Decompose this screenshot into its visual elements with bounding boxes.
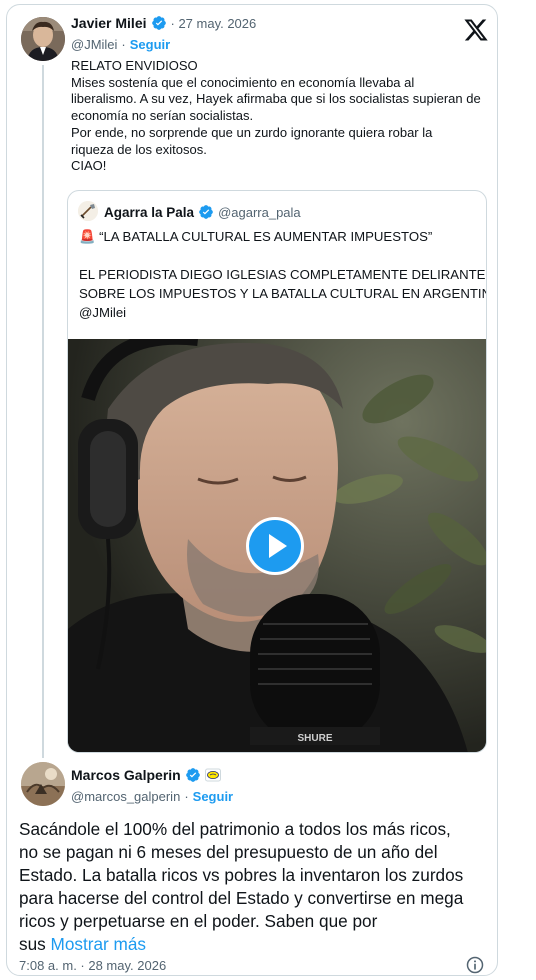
tweet-text-line: riqueza de los exitosos.: [71, 141, 207, 157]
main-tweet-subheader: @JMilei · Seguir: [71, 37, 170, 52]
quoted-author-name[interactable]: Agarra la Pala: [104, 205, 194, 220]
tweet-text-line: liberalismo. A su vez, Hayek afirmaba qu…: [71, 91, 481, 107]
quoted-text-line: SOBRE LOS IMPUESTOS Y LA BATALLA CULTURA…: [79, 286, 487, 301]
follow-button[interactable]: Seguir: [130, 37, 170, 52]
tweet-text-line: Por ende, no sorprende que un zurdo igno…: [71, 124, 433, 140]
reply-author-name[interactable]: Marcos Galperin: [71, 767, 181, 783]
quoted-tweet-header: Agarra la Pala @agarra_pala: [104, 204, 301, 220]
verified-badge-icon: [185, 768, 200, 782]
reply-text-line-last: sus Mostrar más: [19, 933, 497, 956]
reply-text-line: Sacándole el 100% del patrimonio a todos…: [19, 819, 451, 839]
author-handle[interactable]: @JMilei: [71, 37, 117, 52]
reply-tweet-header: Marcos Galperin: [71, 767, 221, 783]
company-badge-icon[interactable]: [204, 767, 221, 783]
play-icon: [269, 534, 287, 558]
quoted-author-handle[interactable]: @agarra_pala: [218, 205, 301, 220]
quoted-headline: 🚨 “LA BATALLA CULTURAL ES AUMENTAR IMPUE…: [79, 229, 433, 244]
reply-timestamp[interactable]: 7:08 a. m. · 28 may. 2026: [19, 958, 166, 973]
follow-button[interactable]: Seguir: [193, 789, 233, 804]
reply-text-line: para hacerse del control del Estado y co…: [19, 888, 464, 908]
reply-text-line: ricos y perpetuarse en el poder. Saben q…: [19, 911, 378, 931]
tweet-text-line: RELATO ENVIDIOSO: [71, 58, 198, 73]
tweet-text-line: economía no serían socialistas.: [71, 108, 254, 124]
avatar-agarra-la-pala[interactable]: [78, 201, 98, 221]
reply-tweet-subheader: @marcos_galperin · Seguir: [71, 789, 233, 804]
reply-tweet-text: Sacándole el 100% del patrimonio a todos…: [19, 818, 497, 956]
avatar-marcos-galperin[interactable]: [21, 762, 65, 806]
reply-text-fragment: sus: [19, 934, 51, 954]
quoted-tweet-text: 🚨 “LA BATALLA CULTURAL ES AUMENTAR IMPUE…: [79, 227, 487, 322]
page-margin: [524, 0, 536, 980]
info-icon[interactable]: [465, 955, 485, 975]
separator-dot: ·: [121, 37, 126, 52]
main-tweet-text: RELATO ENVIDIOSO Mises sostenía que el c…: [71, 58, 496, 175]
verified-badge-icon: [151, 16, 166, 30]
reply-author-handle[interactable]: @marcos_galperin: [71, 789, 180, 804]
tweet-text-line: CIAO!: [71, 158, 107, 174]
quoted-mention[interactable]: @JMilei: [79, 303, 479, 322]
thread-connector-line: [42, 65, 44, 758]
verified-badge-icon: [199, 205, 213, 219]
quoted-tweet[interactable]: Agarra la Pala @agarra_pala 🚨 “LA BATALL…: [67, 190, 487, 753]
reply-text-line: no se pagan ni 6 meses del presupuesto d…: [19, 842, 438, 862]
play-button[interactable]: [246, 517, 304, 575]
tweet-date[interactable]: · 27 may. 2026: [171, 16, 257, 31]
show-more-link[interactable]: Mostrar más: [51, 934, 147, 954]
video-thumbnail[interactable]: SHURE: [68, 339, 486, 752]
tweet-card: Javier Milei · 27 may. 2026 @JMilei · Se…: [6, 4, 498, 976]
tweet-text-line: Mises sostenía que el conocimiento en ec…: [71, 74, 415, 90]
x-logo-icon[interactable]: [463, 17, 489, 43]
microphone-brand-label: SHURE: [297, 733, 332, 744]
author-name[interactable]: Javier Milei: [71, 15, 147, 31]
quoted-text-line: EL PERIODISTA DIEGO IGLESIAS COMPLETAMEN…: [79, 267, 486, 282]
separator-dot: ·: [184, 789, 189, 804]
main-tweet-header: Javier Milei · 27 may. 2026: [71, 15, 256, 31]
reply-text-line: Estado. La batalla ricos vs pobres la in…: [19, 865, 464, 885]
avatar-javier-milei[interactable]: [21, 17, 65, 61]
